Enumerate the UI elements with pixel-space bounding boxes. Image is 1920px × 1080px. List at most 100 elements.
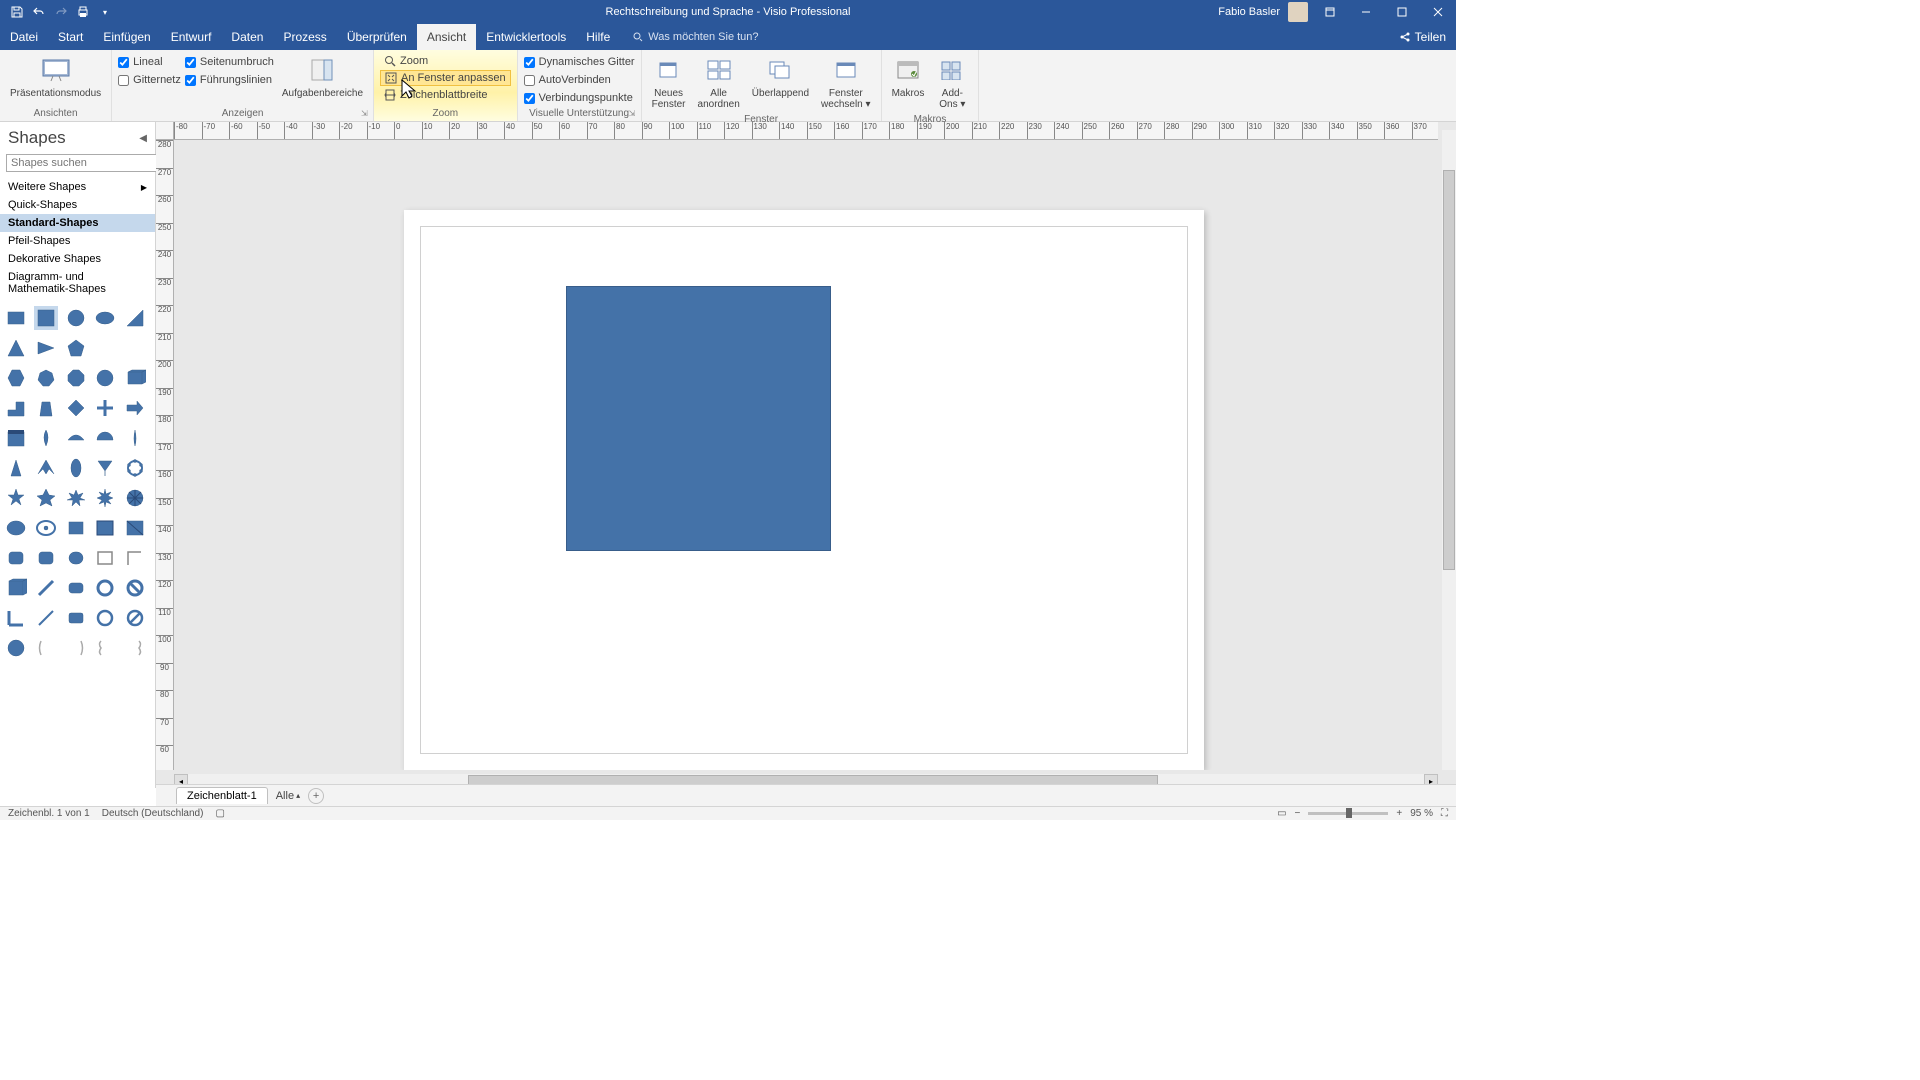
shape-master[interactable] — [64, 336, 88, 360]
ueberlappend-button[interactable]: Überlappend — [748, 52, 813, 101]
shape-master[interactable] — [64, 546, 88, 570]
shape-master[interactable] — [4, 396, 28, 420]
aufgabenbereiche-button[interactable]: Aufgabenbereiche — [278, 52, 367, 101]
vertical-scrollbar[interactable] — [1442, 130, 1456, 770]
stencil-item[interactable]: Pfeil-Shapes — [0, 232, 155, 250]
shape-master[interactable] — [34, 336, 58, 360]
anzeigen-launcher-icon[interactable]: ⇲ — [361, 109, 371, 119]
user-avatar[interactable] — [1288, 2, 1308, 22]
shape-master[interactable] — [123, 546, 147, 570]
shape-master[interactable] — [123, 636, 147, 660]
zoom-in-button[interactable]: + — [1396, 808, 1402, 819]
shape-master[interactable] — [34, 426, 58, 450]
shape-master[interactable] — [93, 516, 117, 540]
shape-master[interactable] — [34, 456, 58, 480]
visuell-launcher-icon[interactable]: ⇲ — [629, 109, 639, 119]
fit-page-icon[interactable]: ⛶ — [1441, 808, 1448, 819]
zoom-out-button[interactable]: − — [1295, 808, 1301, 819]
menu-tab-start[interactable]: Start — [48, 24, 93, 50]
shape-master[interactable] — [34, 396, 58, 420]
shape-master[interactable] — [34, 606, 58, 630]
shape-master[interactable] — [93, 486, 117, 510]
fit-window-button[interactable]: An Fenster anpassen — [380, 70, 511, 86]
checkbox-gitternetz[interactable]: Gitternetz — [118, 74, 181, 86]
undo-icon[interactable] — [30, 3, 48, 21]
shape-master[interactable] — [123, 396, 147, 420]
checkbox-fuehrungslinien[interactable]: Führungslinien — [185, 74, 274, 86]
shape-master[interactable] — [34, 546, 58, 570]
share-button[interactable]: Teilen — [1415, 30, 1446, 44]
shape-master[interactable] — [123, 336, 147, 360]
zoom-level[interactable]: 95 % — [1410, 808, 1433, 819]
shape-master[interactable] — [34, 486, 58, 510]
shape-master[interactable] — [64, 396, 88, 420]
shape-master[interactable] — [123, 606, 147, 630]
shape-master[interactable] — [4, 426, 28, 450]
collapse-panel-icon[interactable]: ◀ — [139, 133, 147, 144]
qat-dropdown-icon[interactable]: ▾ — [96, 3, 114, 21]
menu-tab-datei[interactable]: Datei — [0, 24, 48, 50]
zoom-button[interactable]: Zoom — [380, 54, 511, 68]
shape-master[interactable] — [64, 516, 88, 540]
shape-master[interactable] — [4, 636, 28, 660]
maximize-icon[interactable] — [1388, 0, 1416, 24]
page-width-button[interactable]: Zeichenblattbreite — [380, 88, 511, 102]
shape-master[interactable] — [4, 366, 28, 390]
shape-master[interactable] — [4, 576, 28, 600]
ribbon-display-icon[interactable] — [1316, 0, 1344, 24]
stencil-item[interactable]: Diagramm- und Mathematik-Shapes — [0, 268, 155, 298]
print-icon[interactable] — [74, 3, 92, 21]
shape-master[interactable] — [93, 636, 117, 660]
checkbox-dynamisches-gitter[interactable]: Dynamisches Gitter — [524, 56, 635, 68]
shape-master[interactable] — [4, 336, 28, 360]
language-status[interactable]: Deutsch (Deutschland) — [102, 808, 204, 819]
shape-master[interactable] — [64, 576, 88, 600]
alle-anordnen-button[interactable]: Alle anordnen — [694, 52, 744, 112]
shape-master[interactable] — [64, 606, 88, 630]
menu-tab-entwicklertools[interactable]: Entwicklertools — [476, 24, 576, 50]
shape-master[interactable] — [93, 396, 117, 420]
shape-master[interactable] — [123, 426, 147, 450]
shape-master[interactable] — [93, 456, 117, 480]
shape-master[interactable] — [4, 606, 28, 630]
menu-tab-daten[interactable]: Daten — [221, 24, 273, 50]
menu-tab-entwurf[interactable]: Entwurf — [161, 24, 222, 50]
presentation-mode-button[interactable]: Präsentationsmodus — [6, 52, 105, 101]
shape-master[interactable] — [34, 516, 58, 540]
shape-master[interactable] — [93, 426, 117, 450]
makros-button[interactable]: Makros — [888, 52, 929, 101]
all-pages-button[interactable]: Alle▴ — [276, 790, 300, 802]
shape-master[interactable] — [4, 516, 28, 540]
shape-master[interactable] — [93, 606, 117, 630]
checkbox-seitenumbruch[interactable]: Seitenumbruch — [185, 56, 274, 68]
shape-master[interactable] — [4, 546, 28, 570]
menu-tab-ansicht[interactable]: Ansicht — [417, 24, 476, 50]
tell-me-search[interactable]: Was möchten Sie tun? — [632, 24, 758, 50]
shape-master[interactable] — [93, 546, 117, 570]
checkbox-autoverbinden[interactable]: AutoVerbinden — [524, 74, 635, 86]
shape-master[interactable] — [64, 366, 88, 390]
shape-master[interactable] — [34, 306, 58, 330]
menu-tab-einfügen[interactable]: Einfügen — [93, 24, 160, 50]
shape-master[interactable] — [34, 366, 58, 390]
shape-master[interactable] — [123, 306, 147, 330]
shapes-search-input[interactable] — [6, 154, 158, 172]
shape-master[interactable] — [64, 486, 88, 510]
shape-master[interactable] — [4, 456, 28, 480]
shape-master[interactable] — [123, 486, 147, 510]
shape-master[interactable] — [64, 426, 88, 450]
shape-master[interactable] — [64, 306, 88, 330]
close-icon[interactable] — [1424, 0, 1452, 24]
menu-tab-überprüfen[interactable]: Überprüfen — [337, 24, 417, 50]
shape-master[interactable] — [4, 486, 28, 510]
blue-rectangle-shape[interactable] — [566, 286, 831, 551]
zoom-slider[interactable] — [1308, 812, 1388, 815]
menu-tab-hilfe[interactable]: Hilfe — [576, 24, 620, 50]
drawing-page[interactable] — [404, 210, 1204, 770]
page-tab-1[interactable]: Zeichenblatt-1 — [176, 787, 268, 804]
stencil-item[interactable]: Weitere Shapes ▶ — [0, 178, 155, 196]
shape-master[interactable] — [93, 366, 117, 390]
shape-master[interactable] — [64, 636, 88, 660]
shape-master[interactable] — [4, 306, 28, 330]
menu-tab-prozess[interactable]: Prozess — [273, 24, 336, 50]
